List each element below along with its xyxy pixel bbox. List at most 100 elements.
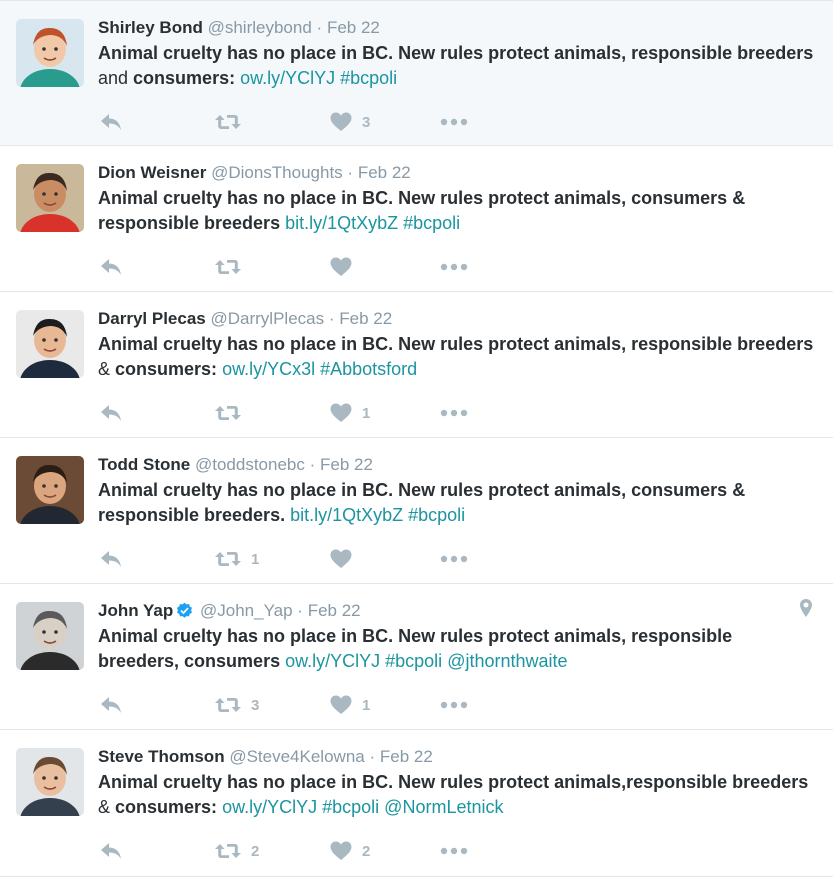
tweet-actions: 1: [100, 544, 520, 574]
more-button[interactable]: [440, 690, 468, 720]
tweet-link[interactable]: ow.ly/YClYJ: [285, 651, 380, 671]
author-name[interactable]: John Yap: [98, 601, 173, 620]
more-dots-icon: [440, 409, 468, 417]
retweet-icon: [215, 550, 241, 568]
more-dots-icon: [440, 555, 468, 563]
tweet-date[interactable]: Feb 22: [380, 747, 433, 766]
like-button[interactable]: 2: [330, 836, 370, 866]
avatar[interactable]: [16, 748, 84, 816]
like-button[interactable]: [330, 252, 362, 282]
more-button[interactable]: [440, 544, 468, 574]
tweet-link[interactable]: @NormLetnick: [384, 797, 503, 817]
retweet-button[interactable]: 3: [215, 690, 259, 720]
tweet[interactable]: Dion Weisner @DionsThoughts · Feb 22 Ani…: [0, 146, 833, 292]
tweet-link[interactable]: #bcpoli: [340, 68, 397, 88]
author-handle[interactable]: @Steve4Kelowna: [229, 747, 364, 766]
tweet[interactable]: Steve Thomson @Steve4Kelowna · Feb 22 An…: [0, 730, 833, 877]
author-handle[interactable]: @DionsThoughts: [211, 163, 343, 182]
more-button[interactable]: [440, 252, 468, 282]
more-button[interactable]: [440, 107, 468, 137]
reply-button[interactable]: [100, 836, 122, 866]
separator-dot: ·: [309, 455, 316, 474]
avatar[interactable]: [16, 456, 84, 524]
retweet-button[interactable]: [215, 252, 251, 282]
more-button[interactable]: [440, 836, 468, 866]
tweet[interactable]: John Yap @John_Yap · Feb 22 Animal cruel…: [0, 584, 833, 730]
avatar[interactable]: [16, 164, 84, 232]
tweet-text: Animal cruelty has no place in BC. New r…: [98, 770, 817, 820]
author-handle[interactable]: @toddstonebc: [195, 455, 305, 474]
like-button[interactable]: 1: [330, 398, 370, 428]
retweet-count: 1: [251, 550, 260, 568]
retweet-button[interactable]: [215, 398, 251, 428]
heart-icon: [330, 403, 352, 423]
reply-button[interactable]: [100, 690, 122, 720]
tweet-date[interactable]: Feb 22: [358, 163, 411, 182]
tweet-link[interactable]: #bcpoli: [408, 505, 465, 525]
reply-icon: [100, 404, 122, 422]
tweet-link[interactable]: #bcpoli: [385, 651, 442, 671]
reply-button[interactable]: [100, 398, 122, 428]
more-button[interactable]: [440, 398, 468, 428]
retweet-icon: [215, 113, 241, 131]
tweet-text-segment: &: [98, 797, 111, 817]
tweet-content: Todd Stone @toddstonebc · Feb 22 Animal …: [98, 454, 817, 528]
heart-icon: [330, 841, 352, 861]
tweet-link[interactable]: #bcpoli: [403, 213, 460, 233]
tweet-actions: 3 1: [100, 690, 520, 720]
location-pin-icon[interactable]: [799, 598, 813, 623]
tweet[interactable]: Darryl Plecas @DarrylPlecas · Feb 22 Ani…: [0, 292, 833, 438]
retweet-button[interactable]: 1: [215, 544, 259, 574]
like-button[interactable]: 1: [330, 690, 370, 720]
tweet-text-segment: consumers:: [110, 797, 223, 817]
tweet-link[interactable]: ow.ly/YCx3l: [222, 359, 315, 379]
tweet-link[interactable]: bit.ly/1QtXybZ: [285, 213, 398, 233]
separator-dot: ·: [297, 601, 303, 620]
tweet-link[interactable]: #Abbotsford: [320, 359, 417, 379]
author-handle[interactable]: @DarrylPlecas: [210, 309, 324, 328]
tweet-link[interactable]: #bcpoli: [322, 797, 379, 817]
tweet[interactable]: Shirley Bond @shirleybond · Feb 22 Anima…: [0, 0, 833, 146]
reply-icon: [100, 696, 122, 714]
reply-button[interactable]: [100, 544, 122, 574]
avatar[interactable]: [16, 310, 84, 378]
author-name[interactable]: Steve Thomson: [98, 747, 225, 766]
more-dots-icon: [440, 847, 468, 855]
author-name[interactable]: Shirley Bond: [98, 18, 203, 37]
tweet[interactable]: Todd Stone @toddstonebc · Feb 22 Animal …: [0, 438, 833, 584]
author-name[interactable]: Darryl Plecas: [98, 309, 206, 328]
author-handle[interactable]: @shirleybond: [208, 18, 312, 37]
tweet-header: Steve Thomson @Steve4Kelowna · Feb 22: [98, 746, 817, 768]
retweet-icon: [215, 404, 241, 422]
like-button[interactable]: [330, 544, 362, 574]
tweet-date[interactable]: Feb 22: [339, 309, 392, 328]
tweet-actions: 3: [100, 107, 520, 137]
tweet-date[interactable]: Feb 22: [308, 601, 361, 620]
retweet-button[interactable]: [215, 107, 251, 137]
tweet-date[interactable]: Feb 22: [327, 18, 380, 37]
separator-dot: ·: [347, 163, 354, 182]
tweet-link[interactable]: bit.ly/1QtXybZ: [290, 505, 403, 525]
separator-dot: ·: [328, 309, 335, 328]
author-name[interactable]: Todd Stone: [98, 455, 190, 474]
tweet-header: Shirley Bond @shirleybond · Feb 22: [98, 17, 817, 39]
tweet-link[interactable]: ow.ly/YClYJ: [222, 797, 317, 817]
tweet-actions: 2 2: [100, 836, 520, 866]
reply-icon: [100, 113, 122, 131]
avatar[interactable]: [16, 19, 84, 87]
author-name[interactable]: Dion Weisner: [98, 163, 206, 182]
reply-button[interactable]: [100, 252, 122, 282]
reply-button[interactable]: [100, 107, 122, 137]
reply-icon: [100, 550, 122, 568]
tweet-date[interactable]: Feb 22: [320, 455, 373, 474]
heart-icon: [330, 695, 352, 715]
retweet-button[interactable]: 2: [215, 836, 259, 866]
reply-icon: [100, 258, 122, 276]
avatar[interactable]: [16, 602, 84, 670]
like-count: 1: [362, 404, 371, 422]
author-handle[interactable]: @John_Yap: [200, 601, 293, 620]
tweet-link[interactable]: ow.ly/YClYJ: [240, 68, 335, 88]
tweet-link[interactable]: @jthornthwaite: [447, 651, 567, 671]
like-button[interactable]: 3: [330, 107, 370, 137]
heart-icon: [330, 257, 352, 277]
